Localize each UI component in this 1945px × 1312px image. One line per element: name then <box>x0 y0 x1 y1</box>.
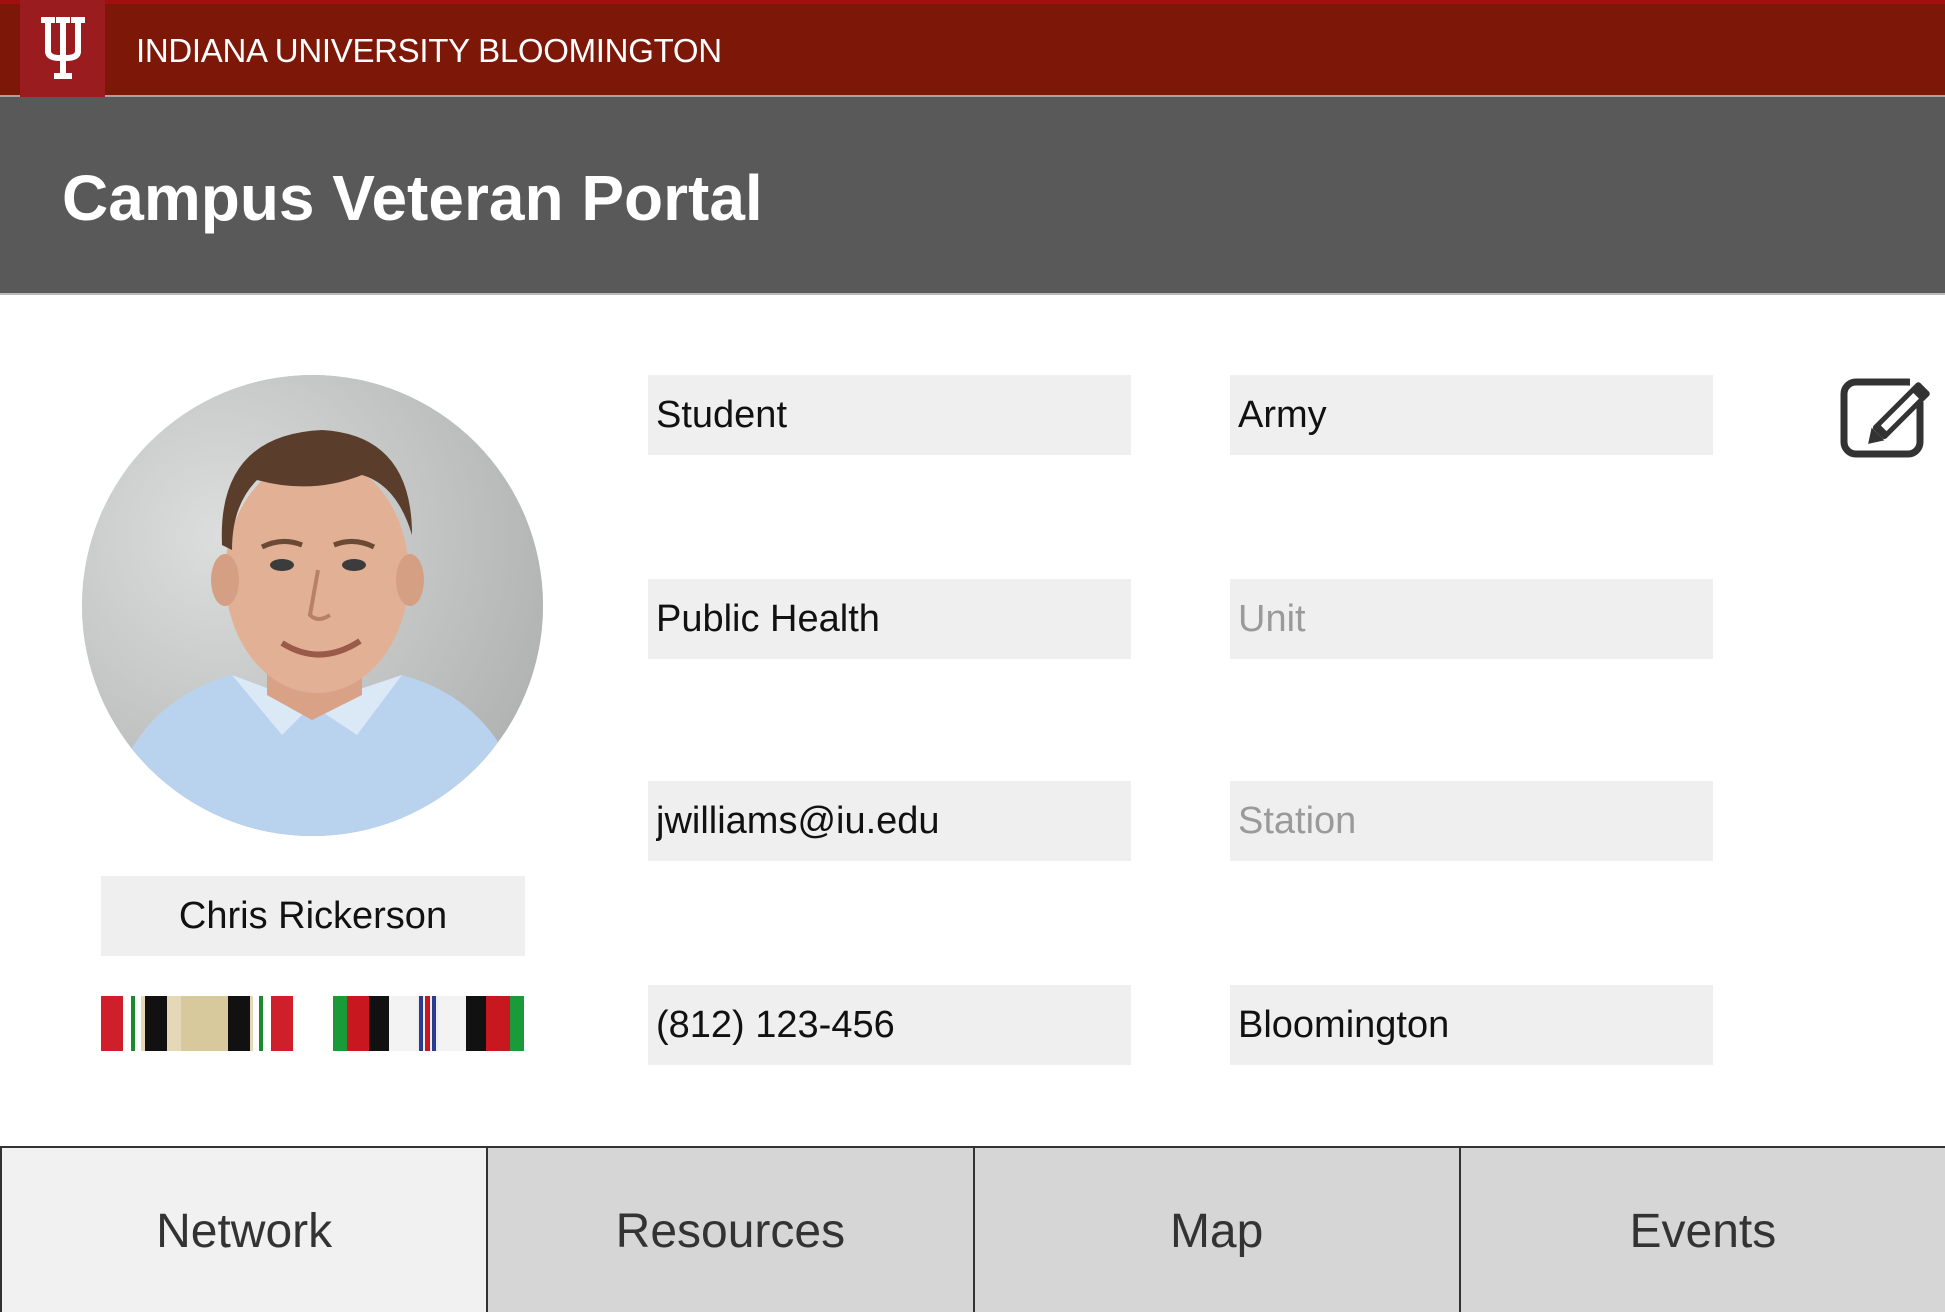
tab-label: Network <box>156 1205 333 1258</box>
university-name[interactable]: INDIANA UNIVERSITY BLOOMINGTON <box>136 32 722 70</box>
tab-label: Events <box>1629 1205 1777 1258</box>
major-field[interactable] <box>648 579 1131 659</box>
unit-field[interactable] <box>1230 579 1713 659</box>
page-title: Campus Veteran Portal <box>62 162 763 234</box>
university-banner: INDIANA UNIVERSITY BLOOMINGTON <box>0 0 1945 99</box>
status-field[interactable] <box>648 375 1131 455</box>
tab-map[interactable]: Map <box>972 1148 1459 1312</box>
iu-trident-icon[interactable] <box>20 0 105 99</box>
service-ribbon-1 <box>101 996 293 1051</box>
tab-resources[interactable]: Resources <box>486 1148 973 1312</box>
tab-label: Map <box>1169 1205 1264 1258</box>
portal-header: Campus Veteran Portal <box>0 97 1945 295</box>
tab-network[interactable]: Network <box>0 1148 487 1312</box>
edit-icon[interactable] <box>1840 372 1945 460</box>
station-field[interactable] <box>1230 781 1713 861</box>
profile-name: Chris Rickerson <box>101 876 525 956</box>
tab-events[interactable]: Events <box>1458 1148 1945 1312</box>
email-field[interactable] <box>648 781 1131 861</box>
profile-photo <box>82 375 543 836</box>
branch-field[interactable] <box>1230 375 1713 455</box>
bottom-nav: Network Resources Map Events <box>0 1146 1945 1312</box>
service-ribbon-2 <box>333 996 524 1051</box>
phone-field[interactable] <box>648 985 1131 1065</box>
location-field[interactable] <box>1230 985 1713 1065</box>
tab-label: Resources <box>615 1205 846 1258</box>
